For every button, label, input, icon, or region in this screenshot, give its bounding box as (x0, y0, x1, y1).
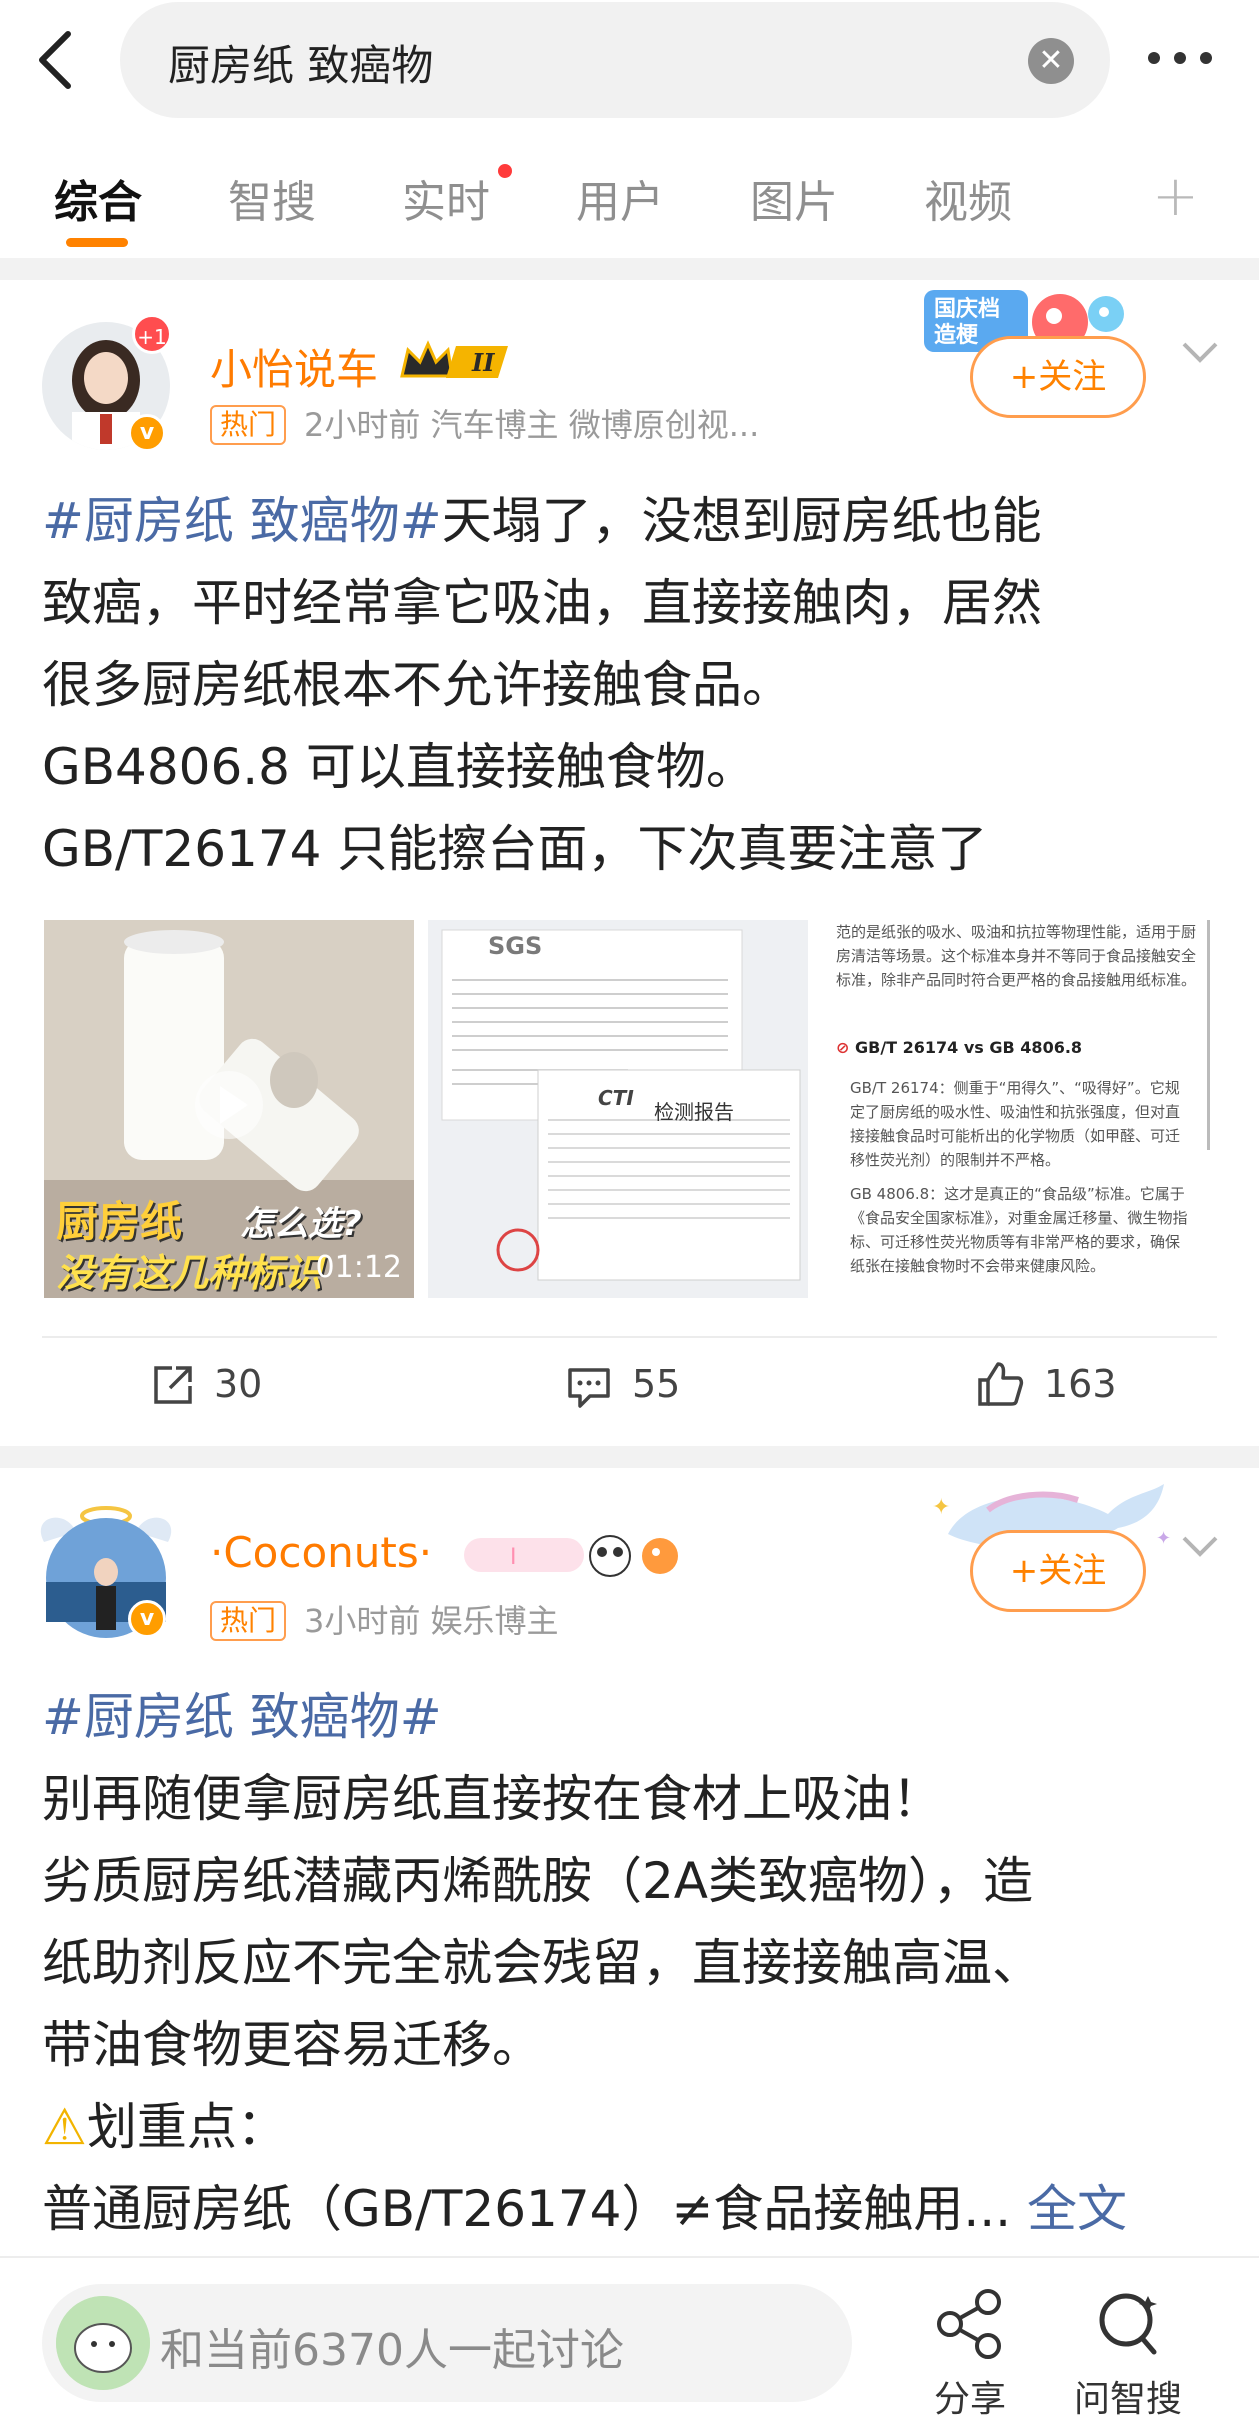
video-thumbnail[interactable]: 厨房纸 怎么选? 没有这几种标识 01:12 (44, 920, 414, 1298)
verified-icon: v (128, 1600, 166, 1638)
tab-realtime[interactable]: 实时 (402, 166, 490, 230)
text-line: 带油食物更容易迁移。 (42, 2016, 542, 2074)
chevron-down-icon[interactable] (1180, 1532, 1220, 1560)
back-icon[interactable] (28, 28, 88, 92)
verified-icon: v (128, 414, 166, 452)
text-line: 纸助剂反应不完全就会残留，直接接触高温、 (42, 1934, 1042, 1992)
text-line-truncated: 普通厨房纸（GB/T26174）≠食品接触用... (42, 2180, 1012, 2238)
chevron-down-icon[interactable] (1180, 338, 1220, 366)
tab-bar: 综合 智搜 实时 用户 图片 视频 + (0, 150, 1259, 250)
comment-icon[interactable] (566, 1364, 612, 1410)
svg-text:✦: ✦ (1156, 1528, 1171, 1549)
video-duration: 01:12 (315, 1250, 402, 1285)
text-line: GB/T26174 只能擦台面，下次真要注意了 (42, 820, 988, 878)
plus-one-badge: +1 (132, 314, 172, 354)
text-line: GB4806.8 可以直接接触食物。 (42, 738, 756, 796)
text-line: 很多厨房纸根本不允许接触食品。 (42, 656, 792, 714)
bottom-bar: 和当前6370人一起讨论 分享 问智搜 (0, 2256, 1259, 2429)
svg-text:造梗: 造梗 (934, 323, 979, 348)
topic-link[interactable]: #厨房纸 致癌物# (42, 492, 442, 550)
video-caption: 厨房纸 (56, 1197, 183, 1246)
like-count[interactable]: 163 (1044, 1362, 1117, 1406)
repost-icon[interactable] (150, 1362, 196, 1408)
follow-button[interactable]: +关注 (970, 336, 1146, 418)
section-divider (0, 1446, 1259, 1468)
discussion-placeholder: 和当前6370人一起讨论 (160, 2325, 624, 2376)
tab-videos[interactable]: 视频 (924, 166, 1012, 230)
image-scroll-edge (1207, 920, 1210, 1150)
post-stats: 30 55 163 (0, 1344, 1259, 1434)
post-text: #厨房纸 致癌物# 别再随便拿厨房纸直接按在食材上吸油！ 劣质厨房纸潜藏丙烯酰胺… (42, 1676, 1232, 2250)
ask-label: 问智搜 (1074, 2379, 1183, 2420)
section-divider (0, 258, 1259, 280)
more-options-icon[interactable] (1148, 38, 1228, 78)
report-image[interactable]: SGS CTI 检测报告 (428, 920, 808, 1298)
share-icon (937, 2289, 1001, 2359)
tab-images[interactable]: 图片 (750, 166, 838, 230)
warning-icon: ⚠ (42, 2098, 87, 2156)
svg-text:国庆档: 国庆档 (934, 296, 1000, 322)
text-line: ⚠划重点： (42, 2086, 1232, 2168)
image-heading-text: GB/T 26174 vs GB 4806.8 (854, 1038, 1083, 1057)
hot-tag: 热门 (210, 1601, 287, 1641)
text-line: 天塌了，没想到厨房纸也能 (441, 492, 1042, 550)
video-caption: 没有这几种标识 (56, 1251, 323, 1295)
post-meta: 热门 3小时前 娱乐博主 (210, 1596, 559, 1642)
post-text: #厨房纸 致癌物#天塌了，没想到厨房纸也能 致癌，平时经常拿它吸油，直接接触肉，… (42, 480, 1232, 890)
discussion-input[interactable]: 和当前6370人一起讨论 (42, 2284, 852, 2402)
text-line: 劣质厨房纸潜藏丙烯酰胺（2A类致癌物），造 (42, 1852, 1034, 1910)
comment-count[interactable]: 55 (632, 1362, 680, 1406)
text-line: 别再随便拿厨房纸直接按在食材上吸油！ (42, 1770, 942, 1828)
prohibit-icon: ⊘ (836, 1038, 850, 1057)
ask-smart-search-button[interactable]: 问智搜 (1074, 2288, 1182, 2422)
top-bar: 厨房纸 致癌物 ✕ (0, 0, 1259, 120)
discussion-avatar (56, 2296, 150, 2390)
standards-text-image[interactable]: 范的是纸张的吸水、吸油和抗拉等物理性能，适用于厨房清洁等场景。这个标准本身并不等… (834, 920, 1214, 1298)
clear-icon[interactable]: ✕ (1028, 38, 1074, 84)
share-label: 分享 (933, 2379, 1006, 2420)
realtime-dot-badge (498, 164, 512, 178)
post-meta: 热门 2小时前 汽车博主 微博原创视... (210, 400, 759, 446)
post-meta-text: 3小时前 娱乐博主 (304, 1602, 559, 1640)
active-tab-indicator (66, 238, 128, 247)
like-icon[interactable] (976, 1360, 1024, 1408)
repost-count[interactable]: 30 (214, 1362, 262, 1406)
read-more-link[interactable]: 全文 (1027, 2180, 1127, 2238)
sgs-logo: SGS (488, 932, 543, 960)
share-button[interactable]: 分享 (930, 2288, 1010, 2422)
author-name[interactable]: ·Coconuts· (210, 1528, 432, 1577)
follow-button[interactable]: +关注 (970, 1530, 1146, 1612)
smart-search-icon (1099, 2293, 1157, 2355)
hot-tag: 热门 (210, 405, 287, 445)
text-line: 致癌，平时经常拿它吸油，直接接触肉，居然 (42, 574, 1042, 632)
crown-level-icon: II (398, 338, 516, 384)
post-meta-text: 2小时前 汽车博主 微博原创视... (304, 406, 760, 444)
video-caption: 怎么选? (240, 1204, 362, 1244)
author-name[interactable]: 小怡说车 (210, 336, 378, 397)
svg-text:II: II (471, 348, 495, 377)
topic-link[interactable]: #厨房纸 致癌物# (42, 1676, 1232, 1758)
key-point-label: 划重点： (86, 2098, 287, 2156)
stats-divider (42, 1336, 1217, 1338)
tab-comprehensive[interactable]: 综合 (54, 166, 142, 230)
image-bullet: GB 4806.8：这才是真正的“食品级”标准。它属于《食品安全国家标准》，对重… (850, 1185, 1188, 1275)
decorative-badges-icon: I (460, 1530, 690, 1580)
text-line: 普通厨房纸（GB/T26174）≠食品接触用... 全文 (42, 2168, 1232, 2250)
image-bullet: GB/T 26174：侧重于“用得久”、“吸得好”。它规定了厨房纸的吸水性、吸油… (850, 1079, 1181, 1169)
report-title: 检测报告 (654, 1100, 734, 1124)
search-input[interactable]: 厨房纸 致癌物 ✕ (120, 2, 1110, 118)
page: 厨房纸 致癌物 ✕ 综合 智搜 实时 用户 图片 视频 + +1 v 小怡说车 … (0, 0, 1259, 2429)
add-tab-icon[interactable]: + (1152, 164, 1199, 229)
image-heading: ⊘ GB/T 26174 vs GB 4806.8 (836, 1038, 1082, 1057)
tab-users[interactable]: 用户 (576, 166, 664, 230)
search-query: 厨房纸 致癌物 (168, 41, 434, 90)
tab-smart-search[interactable]: 智搜 (228, 166, 316, 230)
image-intro-text: 范的是纸张的吸水、吸油和抗拉等物理性能，适用于厨房清洁等场景。这个标准本身并不等… (836, 923, 1197, 989)
cti-logo: CTI (598, 1086, 634, 1110)
svg-text:✦: ✦ (932, 1495, 950, 1520)
svg-text:I: I (510, 1545, 517, 1570)
